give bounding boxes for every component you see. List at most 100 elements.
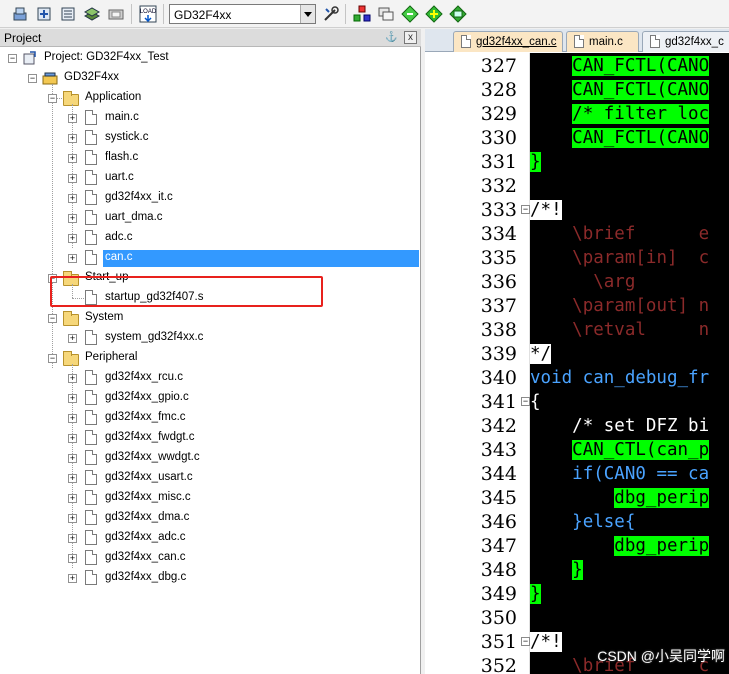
expand-toggle[interactable]: + (68, 514, 77, 523)
fold-toggle-icon[interactable]: − (521, 397, 530, 406)
expand-toggle[interactable]: + (68, 234, 77, 243)
rte-icon[interactable] (424, 4, 444, 24)
file-label: uart.c (105, 171, 134, 183)
batch-build-icon[interactable] (10, 4, 30, 24)
panel-title: Project (4, 31, 42, 45)
tree-group-peripheral[interactable]: − Peripheral (0, 348, 420, 368)
tree-file-gd32f4xx-it-c[interactable]: + gd32f4xx_it.c (0, 188, 420, 208)
tab-gd32f4xx-can-c[interactable]: gd32f4xx_can.c (453, 31, 563, 52)
line-number: 341 (480, 391, 517, 413)
pack-installer-icon[interactable] (376, 4, 396, 24)
file-label: uart_dma.c (105, 211, 163, 223)
project-icon (22, 50, 38, 66)
tree-group-system[interactable]: − System (0, 308, 420, 328)
expand-toggle[interactable]: + (68, 414, 77, 423)
expand-toggle[interactable]: + (68, 534, 77, 543)
fold-toggle-icon[interactable]: − (521, 637, 530, 646)
load-icon[interactable]: LOAD (138, 4, 158, 24)
tree-file-gpio-c[interactable]: + gd32f4xx_gpio.c (0, 388, 420, 408)
file-icon (85, 390, 97, 405)
line-number: 351 (480, 631, 517, 653)
expand-toggle[interactable]: + (68, 154, 77, 163)
code-line: /*! (530, 200, 562, 220)
file-icon (85, 190, 97, 205)
project-root-label: Project: GD32F4xx_Test (44, 51, 169, 63)
watermark: CSDN @小吴同学啊 (597, 648, 725, 664)
file-label: systick.c (105, 131, 149, 143)
expand-toggle[interactable]: + (68, 494, 77, 503)
file-label: gd32f4xx_wwdgt.c (105, 451, 200, 463)
line-number: 343 (480, 439, 517, 461)
code-editor: gd32f4xx_can.c main.c gd32f4xx_c 327 328 3… (425, 29, 729, 674)
rte-settings-icon[interactable] (448, 4, 468, 24)
collapse-toggle[interactable]: − (48, 314, 57, 323)
code-line: CAN_CTL(can_p (572, 440, 710, 460)
expand-toggle[interactable]: + (68, 194, 77, 203)
tree-file-fmc-c[interactable]: + gd32f4xx_fmc.c (0, 408, 420, 428)
code-line: } (572, 560, 583, 580)
collapse-toggle[interactable]: − (48, 354, 57, 363)
tree-file-dbg-c[interactable]: + gd32f4xx_dbg.c (0, 568, 420, 588)
chevron-down-icon[interactable] (300, 5, 315, 23)
expand-toggle[interactable]: + (68, 474, 77, 483)
close-icon[interactable]: x (404, 31, 417, 44)
group-label: Peripheral (85, 351, 138, 363)
tree-file-adc-c[interactable]: + adc.c (0, 228, 420, 248)
translate-icon[interactable] (34, 4, 54, 24)
rebuild-icon[interactable] (58, 4, 78, 24)
expand-toggle[interactable]: + (68, 114, 77, 123)
target-select[interactable]: GD32F4xx (169, 4, 316, 24)
expand-toggle[interactable]: + (68, 254, 77, 263)
tree-file-wwdgt-c[interactable]: + gd32f4xx_wwdgt.c (0, 448, 420, 468)
stack-icon[interactable] (82, 4, 102, 24)
expand-toggle[interactable]: + (68, 334, 77, 343)
tree-file-dma-c[interactable]: + gd32f4xx_dma.c (0, 508, 420, 528)
target-options-icon[interactable] (321, 4, 341, 24)
pin-icon[interactable]: ⚓ (385, 31, 397, 44)
tab-gd32f4xx-c[interactable]: gd32f4xx_c (642, 31, 729, 52)
manage-components-icon[interactable] (352, 4, 372, 24)
build-icon[interactable] (106, 4, 126, 24)
tree-file-uart-dma-c[interactable]: + uart_dma.c (0, 208, 420, 228)
tab-main-c[interactable]: main.c (566, 31, 639, 52)
collapse-toggle[interactable]: − (48, 94, 57, 103)
tree-file-systick-c[interactable]: + systick.c (0, 128, 420, 148)
expand-toggle[interactable]: + (68, 434, 77, 443)
expand-toggle[interactable]: + (68, 554, 77, 563)
code-line: */ (530, 344, 552, 364)
tree-file-can-periph-c[interactable]: + gd32f4xx_can.c (0, 548, 420, 568)
tree-file-flash-c[interactable]: + flash.c (0, 148, 420, 168)
tree-group-application[interactable]: − Application (0, 88, 420, 108)
tree-file-misc-c[interactable]: + gd32f4xx_misc.c (0, 488, 420, 508)
expand-toggle[interactable]: + (68, 454, 77, 463)
expand-toggle[interactable]: + (68, 394, 77, 403)
expand-toggle[interactable]: + (68, 374, 77, 383)
expand-toggle[interactable]: + (68, 214, 77, 223)
tree-root-project[interactable]: − Project: GD32F4xx_Test (0, 48, 420, 68)
collapse-toggle[interactable]: − (8, 54, 17, 63)
expand-toggle[interactable]: + (68, 174, 77, 183)
line-number: 347 (480, 535, 517, 557)
project-panel-header: Project ⚓ x (0, 29, 421, 47)
expand-toggle[interactable]: + (68, 574, 77, 583)
expand-toggle[interactable]: + (68, 134, 77, 143)
tree-file-adc-periph-c[interactable]: + gd32f4xx_adc.c (0, 528, 420, 548)
tree-target[interactable]: − GD32F4xx (0, 68, 420, 88)
tree-file-usart-c[interactable]: + gd32f4xx_usart.c (0, 468, 420, 488)
tree-file-can-c[interactable]: + can.c (0, 248, 420, 268)
tree-file-fwdgt-c[interactable]: + gd32f4xx_fwdgt.c (0, 428, 420, 448)
file-icon (574, 35, 584, 48)
tree-file-system-c[interactable]: + system_gd32f4xx.c (0, 328, 420, 348)
code-view[interactable]: 327 328 329 330 331 332 333−334 335 336 337 338 339… (425, 53, 729, 674)
code-line: /*! (530, 632, 562, 652)
file-icon (85, 450, 97, 465)
file-label: gd32f4xx_usart.c (105, 471, 193, 483)
code-text-area[interactable]: CAN_FCTL(CANO CAN_FCTL(CANO /* filter lo… (530, 53, 729, 674)
code-line: if(CAN0 == ca (572, 464, 710, 484)
tree-file-uart-c[interactable]: + uart.c (0, 168, 420, 188)
fold-toggle-icon[interactable]: − (521, 205, 530, 214)
tree-file-rcu-c[interactable]: + gd32f4xx_rcu.c (0, 368, 420, 388)
select-packs-icon[interactable] (400, 4, 420, 24)
collapse-toggle[interactable]: − (28, 74, 37, 83)
tree-file-main-c[interactable]: + main.c (0, 108, 420, 128)
